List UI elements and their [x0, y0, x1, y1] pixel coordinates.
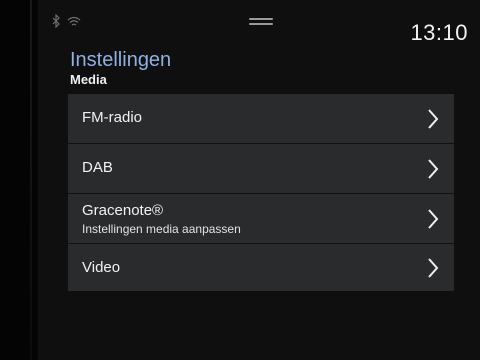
page-title: Instellingen: [70, 49, 172, 71]
wifi-icon: [67, 16, 81, 26]
page-subtitle: Media: [70, 72, 107, 87]
bezel-edge: [30, 0, 32, 360]
chevron-right-icon: [428, 159, 439, 179]
list-item-gracenote[interactable]: Gracenote® Instellingen media aanpassen: [68, 194, 454, 244]
list-item-label: Gracenote®: [82, 202, 164, 219]
pull-down-handle[interactable]: [249, 18, 273, 26]
list-item-label: DAB: [82, 159, 113, 176]
list-item-description: Instellingen media aanpassen: [82, 222, 241, 236]
list-item-label: Video: [82, 259, 121, 276]
clock: 13:10: [410, 20, 468, 45]
chevron-right-icon: [428, 109, 439, 129]
list-item-fm-radio[interactable]: FM-radio: [68, 94, 454, 144]
list-item-label: FM-radio: [82, 109, 143, 126]
chevron-right-icon: [428, 209, 439, 229]
list-item-video[interactable]: Video: [68, 244, 454, 291]
status-icons: [52, 14, 81, 28]
settings-list: FM-radio DAB Gracenote® Instellingen med…: [68, 94, 454, 291]
chevron-right-icon: [428, 258, 439, 278]
bluetooth-icon: [52, 14, 60, 28]
list-item-dab[interactable]: DAB: [68, 144, 454, 194]
